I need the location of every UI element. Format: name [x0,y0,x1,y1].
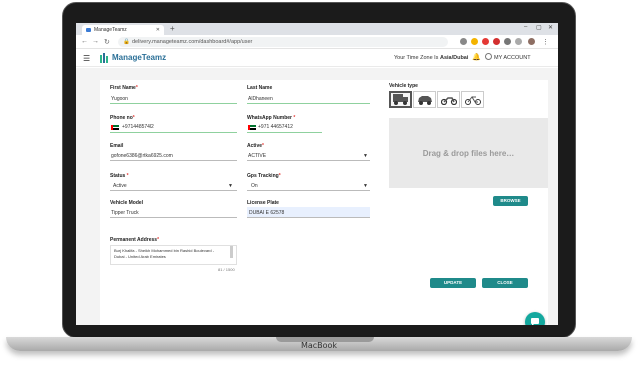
first-name-label: First Name* [110,85,138,91]
email-label: Email [110,143,124,149]
bicycle-icon [464,95,481,105]
page-body: First Name* Yugoon Phone no* +971448574l… [76,68,558,325]
browse-button[interactable]: BROWSE [493,196,528,206]
uae-flag-icon[interactable] [111,125,119,130]
active-underline [247,160,370,161]
address-bar[interactable]: 🔒 delivery.manageteamz.com/dashboard#/ap… [118,37,448,47]
browser-tabbar: ManageTeamz ✕ + – ▢ ✕ [76,23,558,35]
star-icon[interactable] [471,38,478,45]
phone-underline [110,132,237,133]
first-name-field[interactable]: Yugoon [111,96,128,102]
timezone-value: Asia/Dubai [439,55,469,61]
puzzle-icon[interactable] [515,38,522,45]
last-name-field[interactable]: AlDhaneen [248,96,273,102]
my-account-link[interactable]: MY ACCOUNT [494,55,531,61]
maximize-icon[interactable]: ▢ [536,24,542,31]
license-plate-underline [247,217,370,218]
user-form-card: First Name* Yugoon Phone no* +971448574l… [100,80,548,325]
last-name-underline [247,103,370,104]
status-label: Status * [110,173,129,179]
phone-label: Phone no* [110,115,135,121]
tab-close-icon[interactable]: ✕ [156,25,160,35]
motorcycle-icon [440,96,457,105]
window-close-icon[interactable]: ✕ [548,24,553,31]
app-header: ☰ ManageTeamz Your Time Zone Is Asia/Dub… [76,50,558,67]
timezone-text: Your Time Zone Is Asia/Dubai [394,55,468,61]
status-select[interactable]: Active [113,183,127,189]
tab-title: ManageTeamz [94,27,127,33]
account-icon[interactable] [485,53,492,60]
address-line-2: Dubai - United Arab Emirates [114,254,166,259]
reload-icon[interactable]: ↻ [104,38,110,46]
address-scrollbar[interactable] [230,246,233,258]
license-plate-value: DUBAI E 62578 [249,210,285,216]
back-icon[interactable]: ← [81,38,88,45]
vehicle-model-field[interactable]: Tipper Truck [111,210,139,216]
logo-icon [100,53,108,63]
extension-red-icon[interactable] [482,38,489,45]
extension-icon[interactable] [460,38,467,45]
laptop-brand: MacBook [300,341,338,350]
update-button[interactable]: UPDATE [430,278,476,288]
forward-icon[interactable]: → [92,38,99,45]
timezone-label: Your Time Zone Is [394,55,440,61]
close-button[interactable]: CLOSE [482,278,528,288]
first-name-underline [110,103,237,104]
whatsapp-field[interactable]: +971 44657412 [258,124,293,130]
vehicle-car-button[interactable] [413,91,436,108]
active-select[interactable]: ACTIVE [248,153,266,159]
whatsapp-label: WhatsApp Number * [247,115,296,121]
chat-widget-button[interactable] [525,312,545,325]
truck-icon [392,94,408,105]
vehicle-truck-button[interactable] [389,91,412,108]
gps-caret-icon[interactable]: ▼ [363,183,368,189]
status-caret-icon[interactable]: ▼ [228,183,233,189]
minimize-icon[interactable]: – [524,24,527,30]
vehicle-type-label: Vehicle type [389,83,418,89]
address-label: Permanent Address* [110,237,160,243]
profile-avatar[interactable] [528,38,535,45]
car-icon [417,95,432,105]
screen: ManageTeamz ✕ + – ▢ ✕ ← → ↻ 🔒 delivery.m… [76,23,558,325]
extension-gray-icon[interactable] [504,38,511,45]
phone-field[interactable]: +971448574l2 [122,124,154,130]
gps-underline [247,190,370,191]
uae-flag-icon-whatsapp[interactable] [248,125,256,130]
vehicle-bicycle-button[interactable] [461,91,484,108]
menu-dots-icon[interactable]: ⋮ [542,38,549,46]
email-field[interactable]: gofone6386@rtka6925.com [111,153,173,159]
gps-label: Gps Tracking* [247,173,281,179]
hamburger-icon[interactable]: ☰ [83,54,90,63]
email-underline [110,160,237,161]
active-caret-icon[interactable]: ▼ [363,153,368,159]
last-name-label: Last Name [247,85,273,91]
license-plate-label: License Plate [247,200,279,206]
whatsapp-value: 44657412 [270,124,293,130]
lock-icon: 🔒 [123,39,130,45]
vehicle-motorcycle-button[interactable] [437,91,460,108]
app-logo[interactable]: ManageTeamz [112,53,166,62]
favicon-icon [86,28,91,32]
gps-select[interactable]: On [251,183,258,189]
browser-tab[interactable]: ManageTeamz ✕ [82,25,164,35]
new-tab-button[interactable]: + [170,24,175,33]
url-text: delivery.manageteamz.com/dashboard#/app/… [132,39,253,45]
chat-bubble-icon [531,318,539,325]
whatsapp-underline [247,132,322,133]
vehicle-model-label: Vehicle Model [110,200,144,206]
status-underline [110,190,237,191]
extension-opera-icon[interactable] [493,38,500,45]
browser-toolbar: ← → ↻ 🔒 delivery.manageteamz.com/dashboa… [76,35,558,49]
bell-icon[interactable]: 🔔 [472,53,481,61]
active-label: Active* [247,143,264,149]
address-textarea[interactable]: Burj Khalifa - Sheikh Mohammed bin Rashi… [110,245,237,265]
file-dropzone[interactable]: Drag & drop files here… [389,118,548,188]
address-char-counter: 81 / 1500 [218,267,235,272]
vehicle-model-underline [110,217,237,218]
